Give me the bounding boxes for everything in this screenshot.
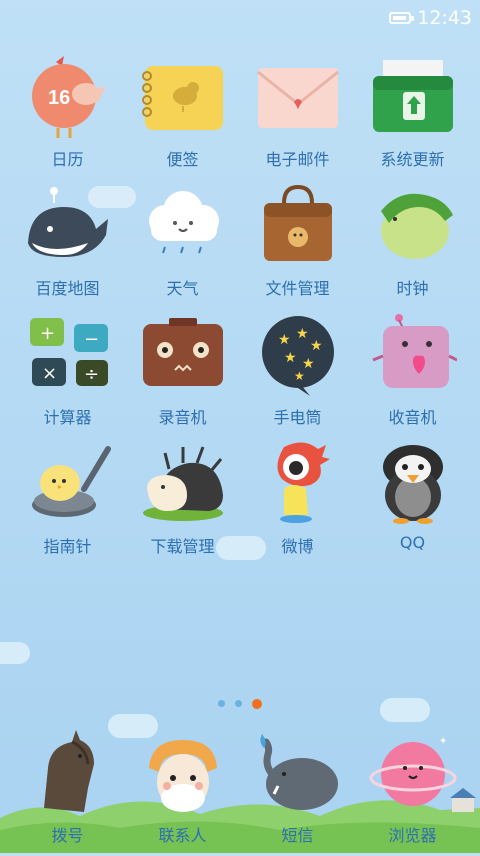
page-dot[interactable] — [218, 700, 225, 707]
svg-text:−: − — [84, 329, 99, 350]
app-calendar[interactable]: 16 日历 — [10, 52, 125, 181]
svg-text:★: ★ — [284, 350, 297, 366]
flashlight-icon: ★ ★ ★ ★ ★ ★ — [254, 310, 342, 398]
app-notes[interactable]: 便签 — [125, 52, 240, 181]
calendar-icon: 16 — [24, 52, 112, 140]
app-label: 计算器 — [43, 408, 92, 427]
app-qq[interactable]: QQ — [355, 439, 470, 568]
app-weather[interactable]: 天气 — [125, 181, 240, 310]
download-manager-icon — [139, 439, 227, 527]
dock-browser[interactable]: ✦ 浏览器 — [355, 728, 470, 856]
app-label: 便签 — [166, 150, 199, 169]
app-label: 手电筒 — [273, 408, 322, 427]
app-label: 拨号 — [51, 826, 84, 845]
dock-phone[interactable]: 拨号 — [10, 728, 125, 856]
app-label: 电子邮件 — [265, 150, 330, 169]
status-bar: 12:43 — [0, 0, 480, 36]
compass-icon — [24, 439, 112, 527]
app-weibo[interactable]: 微博 — [240, 439, 355, 568]
app-grid: 16 日历 便签 电子邮件 系统更新 百度地图 天气 文件管理 时钟 + − ×… — [10, 52, 470, 568]
notes-icon — [139, 52, 227, 140]
app-label: 下载管理 — [150, 537, 215, 556]
dock: 拨号 联系人 短信 ✦ 浏览器 — [10, 728, 470, 853]
clock-time: 12:43 — [417, 7, 472, 29]
radio-icon — [369, 310, 458, 398]
app-calculator[interactable]: + − × ÷ 计算器 — [10, 310, 125, 439]
app-label: 时钟 — [396, 279, 429, 298]
app-radio[interactable]: 收音机 — [355, 310, 470, 439]
svg-text:×: × — [42, 363, 57, 384]
qq-icon — [369, 439, 457, 527]
app-label: 文件管理 — [265, 279, 330, 298]
calendar-date: 16 — [48, 87, 70, 109]
app-flashlight[interactable]: ★ ★ ★ ★ ★ ★ 手电筒 — [240, 310, 355, 439]
app-download-manager[interactable]: 下载管理 — [125, 439, 240, 568]
page-indicator[interactable] — [0, 699, 480, 709]
app-label: 收音机 — [388, 408, 437, 427]
app-label: 百度地图 — [35, 279, 100, 298]
dock-messages[interactable]: 短信 — [240, 728, 355, 856]
svg-text:÷: ÷ — [84, 364, 99, 385]
weibo-icon — [254, 439, 342, 527]
app-file-manager[interactable]: 文件管理 — [240, 181, 355, 310]
app-label: 天气 — [166, 279, 199, 298]
app-compass[interactable]: 指南针 — [10, 439, 125, 568]
app-system-update[interactable]: 系统更新 — [355, 52, 470, 181]
app-clock[interactable]: 时钟 — [355, 181, 470, 310]
svg-text:+: + — [40, 323, 55, 344]
app-label: 系统更新 — [380, 150, 445, 169]
app-label: QQ — [399, 533, 426, 552]
svg-text:✦: ✦ — [439, 736, 447, 747]
battery-icon — [389, 12, 415, 24]
file-manager-icon — [254, 181, 342, 269]
app-email[interactable]: 电子邮件 — [240, 52, 355, 181]
svg-text:★: ★ — [278, 332, 291, 348]
contacts-icon — [139, 728, 227, 816]
calculator-icon: + − × ÷ — [24, 310, 112, 398]
app-label: 日历 — [51, 150, 84, 169]
cloud-decoration — [0, 642, 30, 664]
clock-icon — [369, 181, 457, 269]
app-label: 联系人 — [158, 826, 207, 845]
app-label: 指南针 — [43, 537, 92, 556]
system-update-icon — [369, 52, 457, 140]
messages-icon — [254, 728, 342, 816]
page-dot-active[interactable] — [252, 699, 262, 709]
dock-contacts[interactable]: 联系人 — [125, 728, 240, 856]
app-label: 录音机 — [158, 408, 207, 427]
app-label: 微博 — [281, 537, 314, 556]
phone-dialer-icon — [24, 728, 112, 816]
page-dot[interactable] — [235, 700, 242, 707]
baidu-map-icon — [24, 181, 112, 269]
svg-text:★: ★ — [310, 338, 323, 354]
app-recorder[interactable]: 录音机 — [125, 310, 240, 439]
app-label: 短信 — [281, 826, 314, 845]
weather-icon — [139, 181, 227, 269]
browser-icon: ✦ — [369, 728, 457, 816]
app-baidu-map[interactable]: 百度地图 — [10, 181, 125, 310]
email-icon — [254, 52, 342, 140]
svg-text:★: ★ — [294, 369, 305, 383]
svg-text:★: ★ — [296, 326, 309, 342]
recorder-icon — [139, 310, 227, 398]
app-label: 浏览器 — [388, 826, 437, 845]
